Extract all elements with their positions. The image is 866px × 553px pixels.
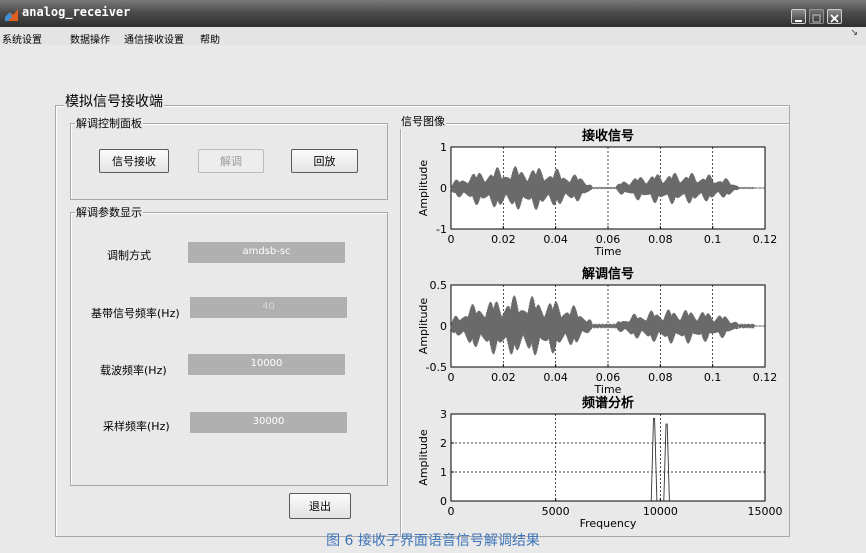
- demod-x-tick-label: 0: [448, 371, 455, 384]
- demod-x-tick-label: 0.1: [704, 371, 722, 384]
- spectrum-y-tick-label: 3: [440, 408, 447, 421]
- received-x-tick-label: 0.04: [543, 233, 568, 246]
- received-y-tick-label: 0: [440, 182, 447, 195]
- demod-y-axis-label: Amplitude: [417, 298, 430, 355]
- demod-chart: 0 0.02 0.04 0.06 0.08 0.1 0.12-0.500.5解调信号Time…: [417, 266, 777, 396]
- spectrum-y-tick-label: 2: [440, 437, 447, 450]
- received-x-tick-label: 0.12: [753, 233, 778, 246]
- demod-chart-title: 解调信号: [581, 266, 634, 282]
- spectrum-chart-title: 频谱分析: [582, 395, 634, 411]
- plots-svg: 0 0.02 0.04 0.06 0.08 0.1 0.12-101接收信号TimeAmpl…: [417, 128, 783, 530]
- spectrum-x-tick-label: 5000: [542, 505, 570, 518]
- demod-y-tick-label: -0.5: [426, 361, 447, 374]
- demod-y-tick-label: 0.5: [430, 279, 448, 292]
- demod-x-tick-label: 0.12: [753, 371, 778, 384]
- demod-x-axis-label: Time: [594, 383, 622, 396]
- received-x-tick-label: 0: [448, 233, 455, 246]
- received-chart-title: 接收信号: [582, 128, 634, 144]
- spectrum-y-tick-label: 1: [440, 466, 447, 479]
- demod-y-tick-label: 0: [440, 320, 447, 333]
- spectrum-x-tick-label: 0: [448, 505, 455, 518]
- demod-x-tick-label: 0.08: [648, 371, 673, 384]
- spectrum-x-tick-label: 15000: [748, 505, 783, 518]
- demod-x-tick-label: 0.04: [543, 371, 568, 384]
- received-y-tick-label: 1: [440, 141, 447, 154]
- spectrum-x-tick-label: 10000: [643, 505, 678, 518]
- figure-caption: 图 6 接收子界面语音信号解调结果: [326, 533, 540, 549]
- received-chart: 0 0.02 0.04 0.06 0.08 0.1 0.12-101接收信号TimeAmpl…: [417, 128, 777, 258]
- received-y-tick-label: -1: [436, 223, 447, 236]
- spectrum-y-tick-label: 0: [440, 495, 447, 508]
- received-x-tick-label: 0.08: [648, 233, 673, 246]
- spectrum-x-axis-label: Frequency: [580, 517, 637, 530]
- received-x-tick-label: 0.02: [491, 233, 516, 246]
- received-x-tick-label: 0.1: [704, 233, 722, 246]
- received-y-axis-label: Amplitude: [417, 160, 430, 217]
- spectrum-chart: 0 5000 10000 15000 0 1 2 3 频谱分析 Frequency Amplitud…: [417, 395, 783, 530]
- received-x-axis-label: Time: [594, 245, 622, 258]
- spectrum-y-axis-label: Amplitude: [417, 429, 430, 486]
- spectrum-plot-area: [450, 413, 766, 502]
- demod-x-tick-label: 0.02: [491, 371, 516, 384]
